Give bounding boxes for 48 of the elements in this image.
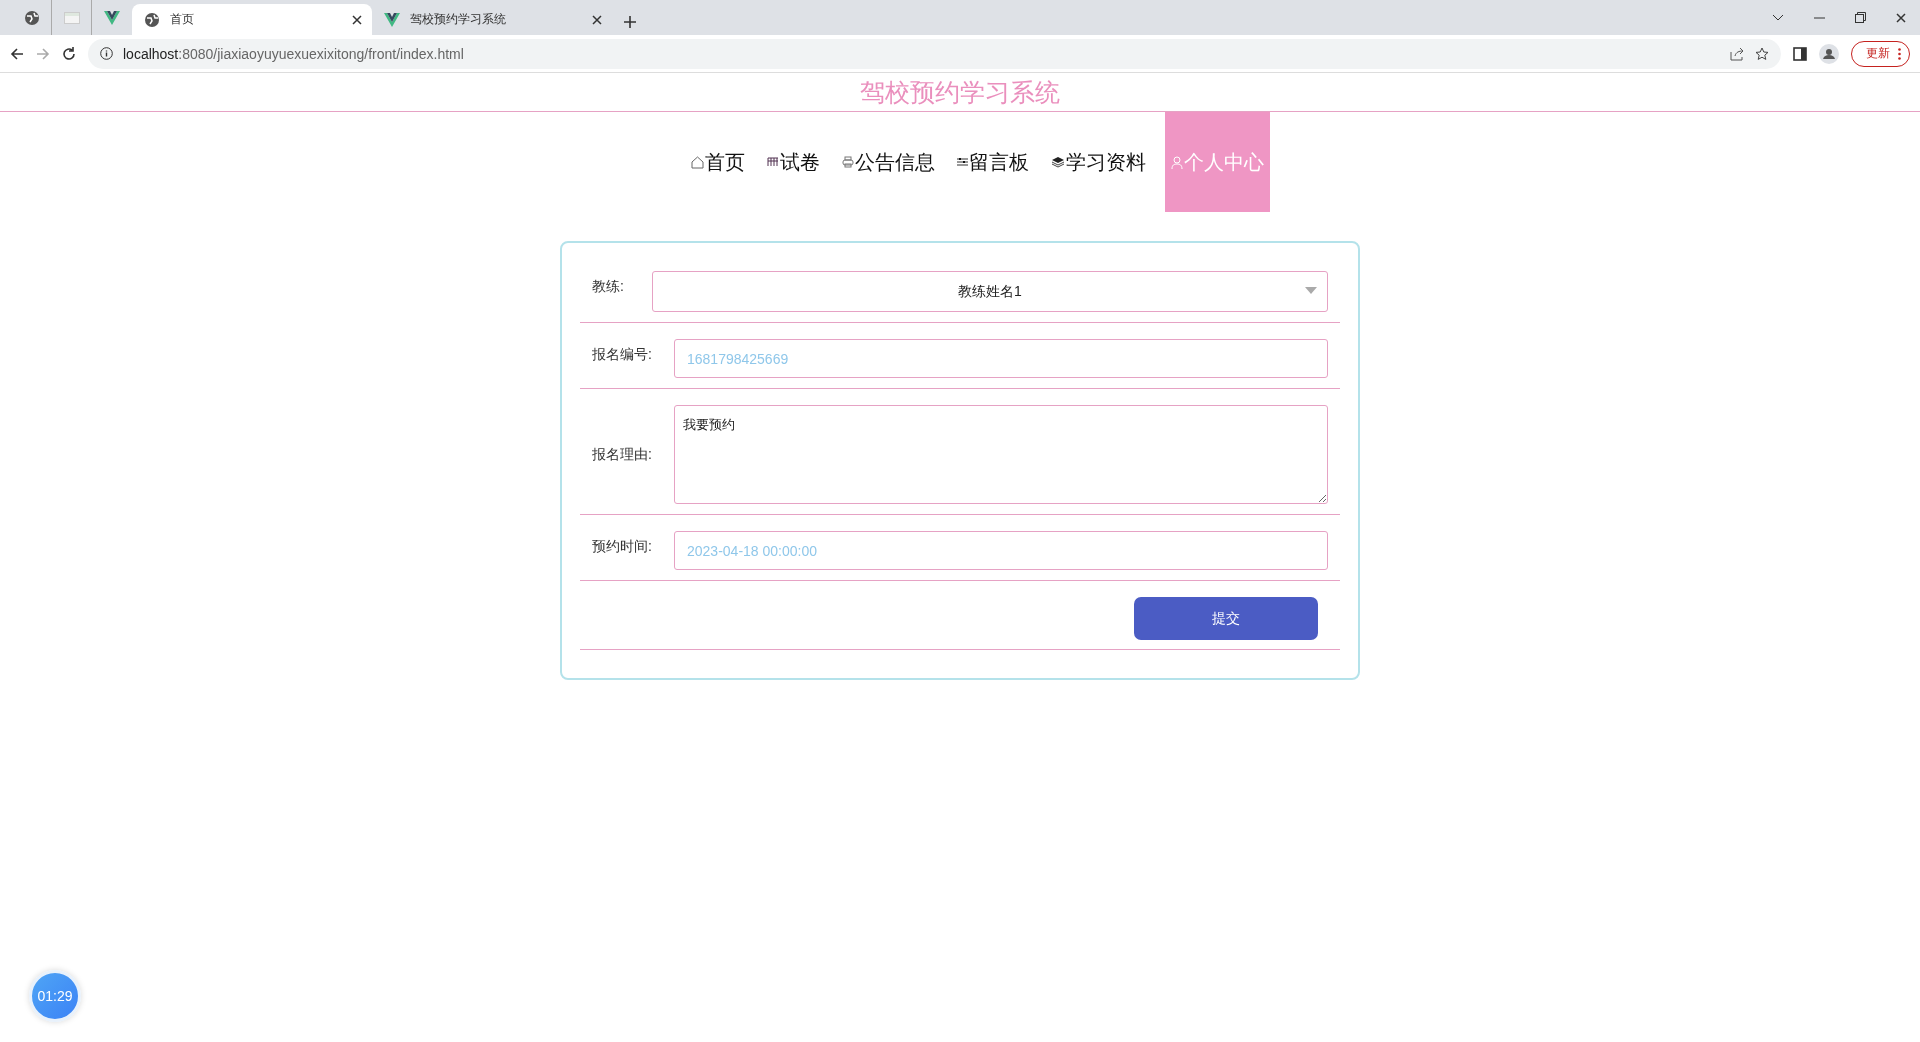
- layers-icon: [1051, 156, 1065, 168]
- nav-link[interactable]: 公告信息: [831, 112, 946, 212]
- star-icon[interactable]: [1755, 46, 1769, 61]
- sliders-icon: [957, 157, 968, 167]
- chevron-down-icon[interactable]: [1772, 13, 1784, 22]
- caret-icon: [1305, 287, 1317, 294]
- more-icon: [1898, 47, 1901, 60]
- close-icon[interactable]: [1896, 12, 1906, 23]
- globe-icon: [23, 9, 40, 26]
- side-panel-icon[interactable]: [1793, 46, 1807, 61]
- page-icon: [63, 11, 80, 24]
- v-logo-icon: [384, 12, 400, 27]
- tab-title: 驾校预约学习系统: [410, 11, 507, 28]
- plus-icon[interactable]: [624, 16, 636, 28]
- coach-select[interactable]: 教练姓名1: [652, 271, 1328, 312]
- person-icon: [1171, 155, 1183, 169]
- close-icon[interactable]: [592, 14, 602, 25]
- close-icon[interactable]: [352, 14, 362, 25]
- submit-button[interactable]: 提交: [1134, 597, 1318, 640]
- v-logo-icon: [104, 10, 120, 25]
- field-label: 教练:: [592, 277, 625, 296]
- printer-icon: [842, 156, 854, 168]
- browser-tab[interactable]: 驾校预约学习系统: [372, 4, 612, 35]
- nav-link[interactable]: 首页: [680, 112, 756, 212]
- nav-link[interactable]: 学习资料: [1040, 112, 1157, 212]
- nav-link[interactable]: 试卷: [756, 112, 831, 212]
- field-label: 报名编号:: [592, 345, 653, 364]
- update-button[interactable]: 更新: [1851, 40, 1910, 67]
- nav-link[interactable]: 留言板: [946, 112, 1040, 212]
- share-icon[interactable]: [1730, 46, 1745, 61]
- url-text: localhost:8080/jiaxiaoyuyuexuexixitong/front/index.html: [123, 45, 464, 62]
- reload-icon[interactable]: [62, 46, 76, 61]
- tab-title: 首页: [170, 11, 195, 28]
- info-icon: [100, 47, 113, 60]
- restore-icon[interactable]: [1855, 12, 1866, 23]
- field-label: 报名理由:: [592, 445, 653, 464]
- browser-tab[interactable]: 首页: [132, 4, 372, 35]
- back-arrow-icon[interactable]: [10, 46, 24, 61]
- text-area[interactable]: 我要预约: [674, 405, 1328, 504]
- grid-icon: [767, 157, 779, 167]
- timer-badge: 01:29: [29, 970, 81, 1022]
- profile-icon[interactable]: [1819, 43, 1839, 64]
- address-bar[interactable]: localhost:8080/jiaxiaoyuyuexuexixitong/front/index.html: [88, 38, 1781, 69]
- globe-icon: [144, 11, 160, 28]
- minimize-icon[interactable]: [1814, 16, 1825, 19]
- house-icon: [691, 155, 704, 169]
- field-label: 预约时间:: [592, 537, 653, 556]
- site-title: 驾校预约学习系统: [0, 73, 1920, 112]
